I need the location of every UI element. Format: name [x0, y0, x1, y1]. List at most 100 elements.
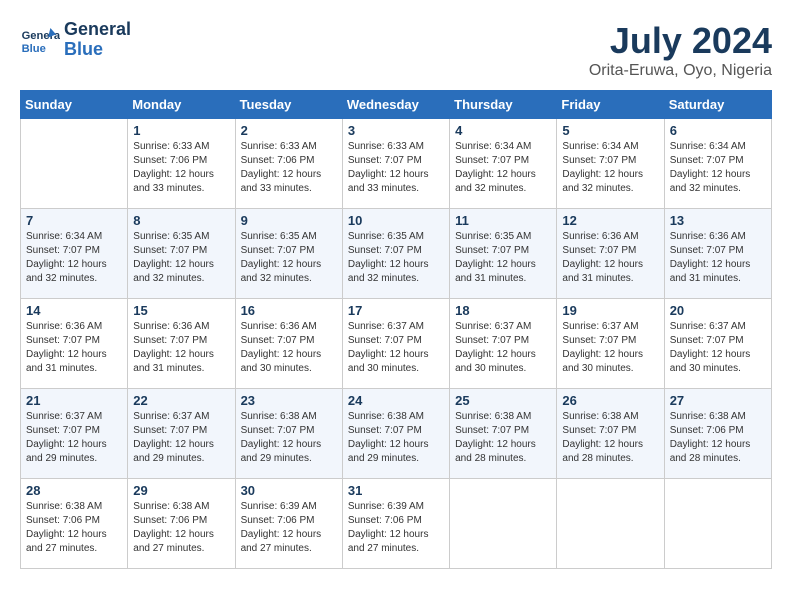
calendar-cell: 10 Sunrise: 6:35 AM Sunset: 7:07 PM Dayli…: [342, 209, 449, 299]
day-number: 11: [455, 213, 551, 228]
cell-info: Sunrise: 6:38 AM Sunset: 7:07 PM Dayligh…: [348, 410, 444, 466]
calendar-cell: 5Sunrise: 6:34 AM Sunset: 7:07 PM Daylig…: [557, 119, 664, 209]
day-number: 4: [455, 123, 551, 138]
calendar-cell: [450, 479, 557, 569]
cell-info: Sunrise: 6:37 AM Sunset: 7:07 PM Dayligh…: [455, 320, 551, 376]
calendar-cell: 11 Sunrise: 6:35 AM Sunset: 7:07 PM Dayli…: [450, 209, 557, 299]
calendar-cell: 27 Sunrise: 6:38 AM Sunset: 7:06 PM Dayli…: [664, 389, 771, 479]
title-block: July 2024 Orita-Eruwa, Oyo, Nigeria: [589, 20, 772, 80]
cell-info: Sunrise: 6:37 AM Sunset: 7:07 PM Dayligh…: [562, 320, 658, 376]
cell-info: Sunrise: 6:36 AM Sunset: 7:07 PM Dayligh…: [26, 320, 122, 376]
day-number: 3: [348, 123, 444, 138]
cell-info: Sunrise: 6:33 AM Sunset: 7:06 PM Dayligh…: [241, 140, 337, 196]
cell-info: Sunrise: 6:37 AM Sunset: 7:07 PM Dayligh…: [133, 410, 229, 466]
calendar-cell: 20Sunrise: 6:37 AM Sunset: 7:07 PM Dayli…: [664, 299, 771, 389]
calendar-cell: 29 Sunrise: 6:38 AM Sunset: 7:06 PM Dayli…: [128, 479, 235, 569]
calendar-cell: 24 Sunrise: 6:38 AM Sunset: 7:07 PM Dayli…: [342, 389, 449, 479]
logo: General Blue General Blue: [20, 20, 131, 60]
logo-icon: General Blue: [20, 20, 60, 60]
cell-info: Sunrise: 6:38 AM Sunset: 7:07 PM Dayligh…: [455, 410, 551, 466]
cell-info: Sunrise: 6:37 AM Sunset: 7:07 PM Dayligh…: [26, 410, 122, 466]
calendar-cell: 7 Sunrise: 6:34 AM Sunset: 7:07 PM Daylig…: [21, 209, 128, 299]
cell-info: Sunrise: 6:36 AM Sunset: 7:07 PM Dayligh…: [241, 320, 337, 376]
day-number: 1: [133, 123, 229, 138]
page-header: General Blue General Blue July 2024 Orit…: [20, 20, 772, 80]
day-number: 15: [133, 303, 229, 318]
calendar-cell: 12 Sunrise: 6:36 AM Sunset: 7:07 PM Dayli…: [557, 209, 664, 299]
column-header-thursday: Thursday: [450, 91, 557, 119]
day-number: 31: [348, 483, 444, 498]
week-row-3: 14 Sunrise: 6:36 AM Sunset: 7:07 PM Dayli…: [21, 299, 772, 389]
day-number: 16: [241, 303, 337, 318]
cell-info: Sunrise: 6:35 AM Sunset: 7:07 PM Dayligh…: [455, 230, 551, 286]
cell-info: Sunrise: 6:33 AM Sunset: 7:06 PM Dayligh…: [133, 140, 229, 196]
calendar-cell: 4 Sunrise: 6:34 AM Sunset: 7:07 PM Daylig…: [450, 119, 557, 209]
day-number: 19: [562, 303, 658, 318]
day-number: 12: [562, 213, 658, 228]
cell-info: Sunrise: 6:38 AM Sunset: 7:06 PM Dayligh…: [133, 500, 229, 556]
cell-info: Sunrise: 6:35 AM Sunset: 7:07 PM Dayligh…: [348, 230, 444, 286]
calendar-cell: 14 Sunrise: 6:36 AM Sunset: 7:07 PM Dayli…: [21, 299, 128, 389]
cell-info: Sunrise: 6:34 AM Sunset: 7:07 PM Dayligh…: [26, 230, 122, 286]
calendar-cell: 17Sunrise: 6:37 AM Sunset: 7:07 PM Dayli…: [342, 299, 449, 389]
day-number: 5: [562, 123, 658, 138]
day-number: 26: [562, 393, 658, 408]
calendar-cell: 6Sunrise: 6:34 AM Sunset: 7:07 PM Daylig…: [664, 119, 771, 209]
cell-info: Sunrise: 6:34 AM Sunset: 7:07 PM Dayligh…: [670, 140, 766, 196]
cell-info: Sunrise: 6:35 AM Sunset: 7:07 PM Dayligh…: [133, 230, 229, 286]
calendar-cell: 18 Sunrise: 6:37 AM Sunset: 7:07 PM Dayli…: [450, 299, 557, 389]
day-number: 24: [348, 393, 444, 408]
calendar-cell: 15Sunrise: 6:36 AM Sunset: 7:07 PM Dayli…: [128, 299, 235, 389]
week-row-5: 28 Sunrise: 6:38 AM Sunset: 7:06 PM Dayli…: [21, 479, 772, 569]
day-number: 28: [26, 483, 122, 498]
calendar-cell: 1 Sunrise: 6:33 AM Sunset: 7:06 PM Daylig…: [128, 119, 235, 209]
cell-info: Sunrise: 6:36 AM Sunset: 7:07 PM Dayligh…: [562, 230, 658, 286]
cell-info: Sunrise: 6:38 AM Sunset: 7:07 PM Dayligh…: [562, 410, 658, 466]
day-number: 25: [455, 393, 551, 408]
column-header-sunday: Sunday: [21, 91, 128, 119]
calendar-cell: [21, 119, 128, 209]
calendar-cell: 31Sunrise: 6:39 AM Sunset: 7:06 PM Dayli…: [342, 479, 449, 569]
day-number: 8: [133, 213, 229, 228]
week-row-4: 21Sunrise: 6:37 AM Sunset: 7:07 PM Dayli…: [21, 389, 772, 479]
day-number: 29: [133, 483, 229, 498]
column-header-wednesday: Wednesday: [342, 91, 449, 119]
calendar-cell: 23 Sunrise: 6:38 AM Sunset: 7:07 PM Dayli…: [235, 389, 342, 479]
day-number: 9: [241, 213, 337, 228]
cell-info: Sunrise: 6:38 AM Sunset: 7:06 PM Dayligh…: [670, 410, 766, 466]
logo-line2: Blue: [64, 39, 103, 59]
day-number: 7: [26, 213, 122, 228]
cell-info: Sunrise: 6:33 AM Sunset: 7:07 PM Dayligh…: [348, 140, 444, 196]
month-year: July 2024: [589, 20, 772, 62]
calendar-cell: 13 Sunrise: 6:36 AM Sunset: 7:07 PM Dayli…: [664, 209, 771, 299]
day-number: 20: [670, 303, 766, 318]
column-header-friday: Friday: [557, 91, 664, 119]
cell-info: Sunrise: 6:39 AM Sunset: 7:06 PM Dayligh…: [241, 500, 337, 556]
day-number: 10: [348, 213, 444, 228]
day-number: 18: [455, 303, 551, 318]
cell-info: Sunrise: 6:34 AM Sunset: 7:07 PM Dayligh…: [455, 140, 551, 196]
calendar-cell: 19 Sunrise: 6:37 AM Sunset: 7:07 PM Dayli…: [557, 299, 664, 389]
cell-info: Sunrise: 6:38 AM Sunset: 7:07 PM Dayligh…: [241, 410, 337, 466]
day-number: 23: [241, 393, 337, 408]
cell-info: Sunrise: 6:36 AM Sunset: 7:07 PM Dayligh…: [670, 230, 766, 286]
calendar-cell: 28Sunrise: 6:38 AM Sunset: 7:06 PM Dayli…: [21, 479, 128, 569]
calendar-cell: [664, 479, 771, 569]
day-number: 14: [26, 303, 122, 318]
cell-info: Sunrise: 6:35 AM Sunset: 7:07 PM Dayligh…: [241, 230, 337, 286]
column-header-monday: Monday: [128, 91, 235, 119]
calendar-cell: 9 Sunrise: 6:35 AM Sunset: 7:07 PM Daylig…: [235, 209, 342, 299]
calendar-cell: 21Sunrise: 6:37 AM Sunset: 7:07 PM Dayli…: [21, 389, 128, 479]
calendar-table: SundayMondayTuesdayWednesdayThursdayFrid…: [20, 90, 772, 569]
day-number: 30: [241, 483, 337, 498]
day-number: 13: [670, 213, 766, 228]
svg-text:General: General: [22, 30, 60, 42]
calendar-cell: 25 Sunrise: 6:38 AM Sunset: 7:07 PM Dayli…: [450, 389, 557, 479]
calendar-cell: [557, 479, 664, 569]
logo-text: General Blue: [64, 20, 131, 60]
logo-line1: General: [64, 19, 131, 39]
day-number: 27: [670, 393, 766, 408]
calendar-cell: 16 Sunrise: 6:36 AM Sunset: 7:07 PM Dayli…: [235, 299, 342, 389]
calendar-cell: 26 Sunrise: 6:38 AM Sunset: 7:07 PM Dayli…: [557, 389, 664, 479]
day-number: 17: [348, 303, 444, 318]
